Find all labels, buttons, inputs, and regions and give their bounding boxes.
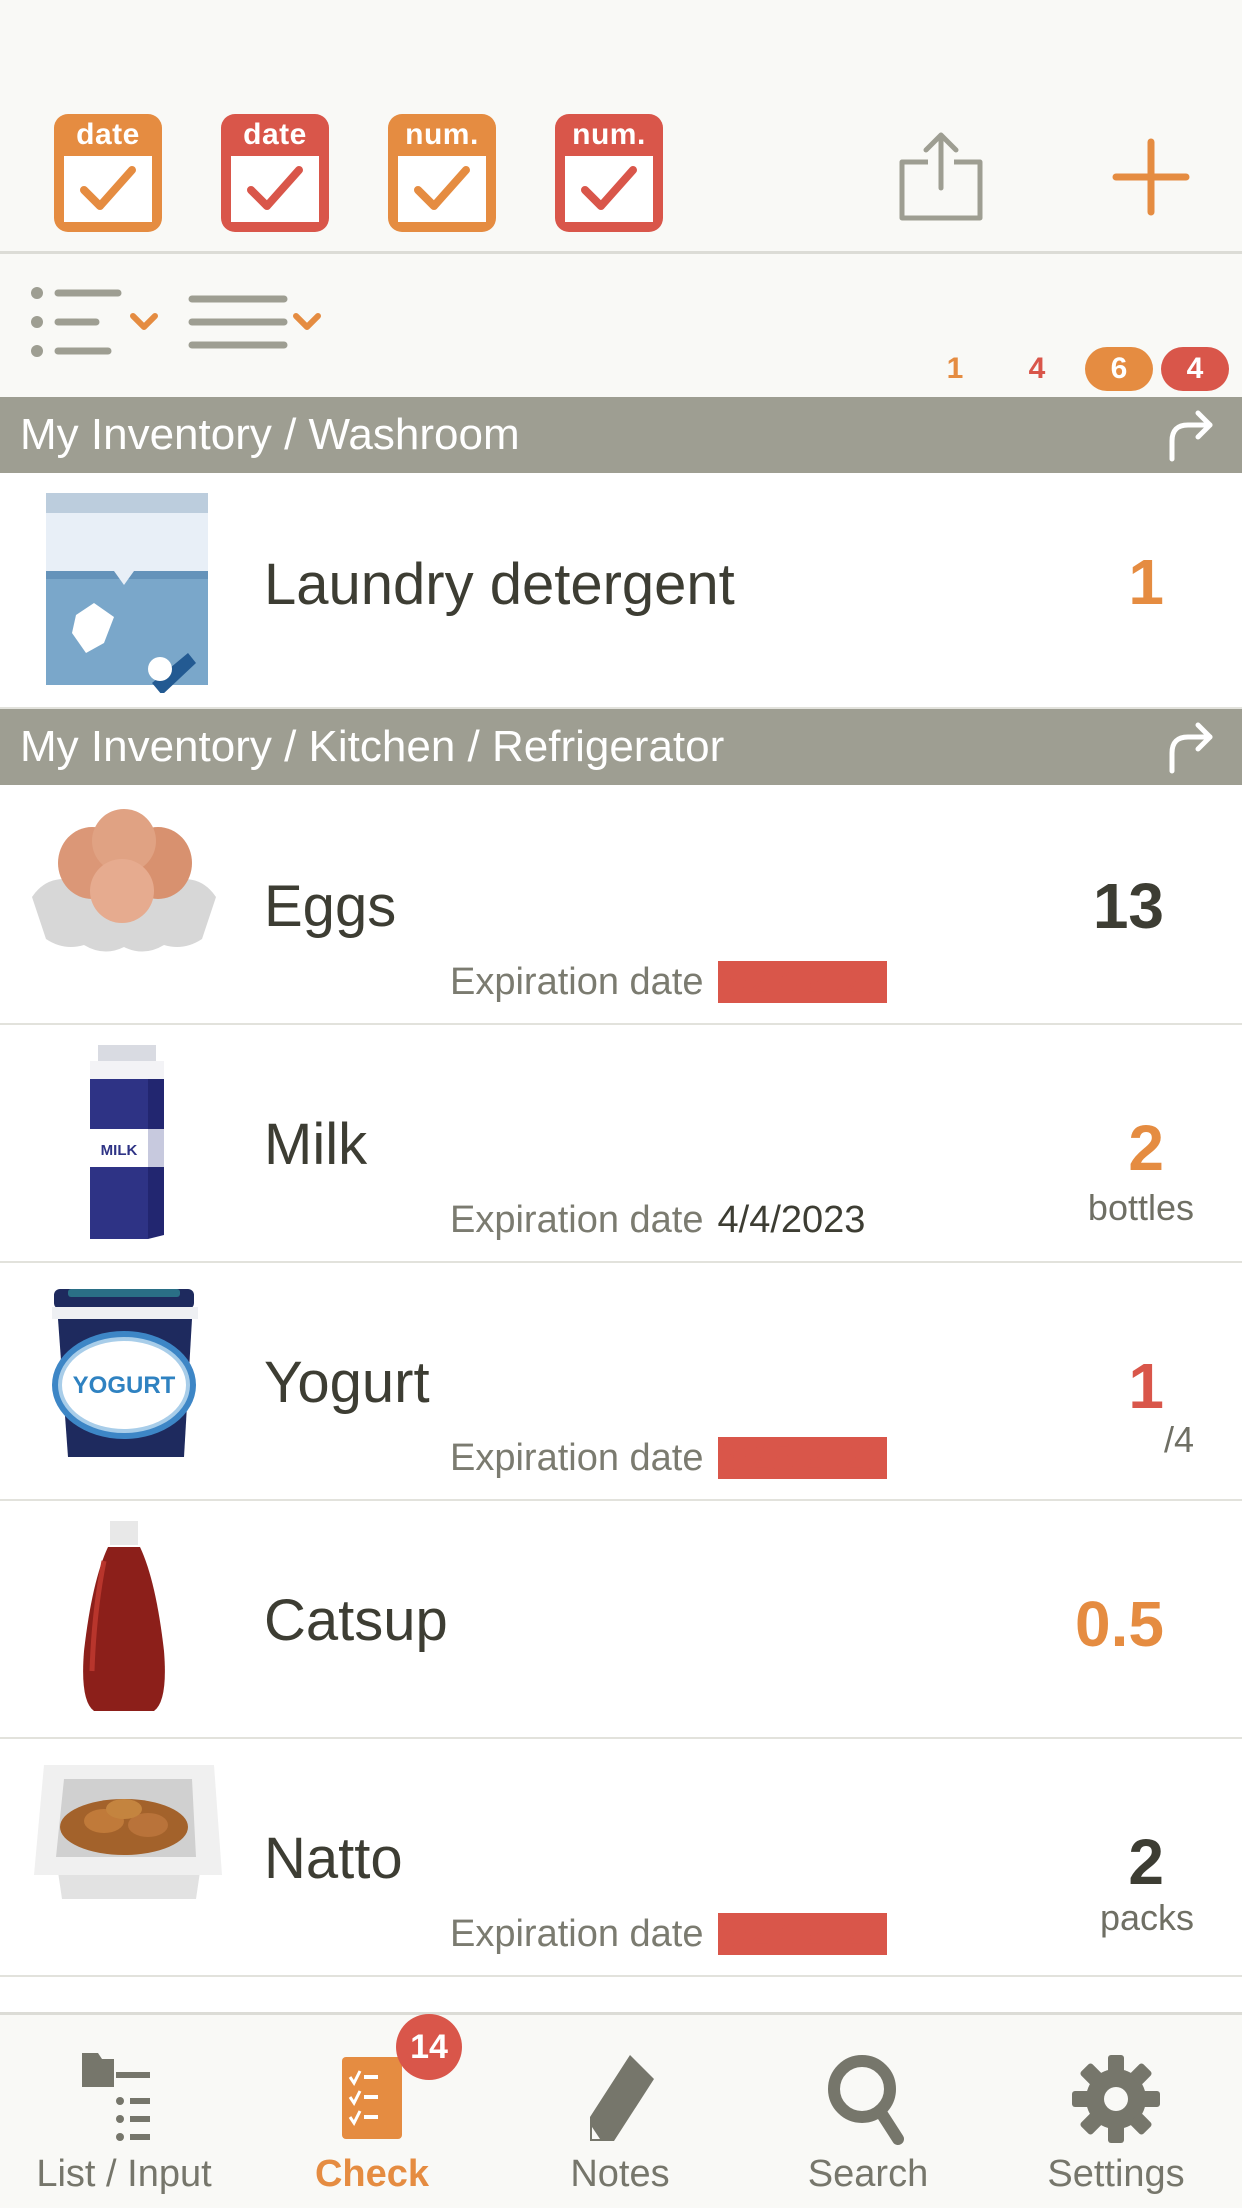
- svg-text:YOGURT: YOGURT: [73, 1372, 176, 1399]
- expiration-label: Expiration date: [450, 1437, 704, 1479]
- pencil-icon: [590, 2055, 654, 2141]
- expiration-date: 3/27/2023: [717, 1913, 887, 1955]
- item-row-milk[interactable]: MILK Milk Expiration date 4/4/2023 2 bott…: [0, 1025, 1242, 1263]
- date-warning-count: 1: [946, 352, 964, 385]
- bottom-tab-bar: List / Input Check Notes Search Settings: [0, 2012, 1242, 2208]
- item-name: Laundry detergent: [264, 552, 735, 617]
- item-unit: packs: [1099, 1897, 1194, 1938]
- go-to-location-icon[interactable]: [1162, 409, 1216, 463]
- bullet-list-icon: [31, 287, 158, 357]
- checkbox-check-icon: [80, 166, 136, 210]
- search-icon: [828, 2055, 904, 2145]
- tab-notes[interactable]: Notes: [496, 2015, 744, 2208]
- eggs-image: [32, 809, 216, 952]
- item-row-eggs[interactable]: Eggs Expiration date 3/27/2023 13: [0, 785, 1242, 1025]
- item-name: Catsup: [264, 1588, 448, 1653]
- checkbox-check-icon: [581, 166, 637, 210]
- natto-image: [34, 1765, 222, 1899]
- item-row-natto[interactable]: Natto Expiration date 3/27/2023 2 packs: [0, 1739, 1242, 1977]
- filter-label: num.: [405, 118, 479, 151]
- tab-settings[interactable]: Settings: [992, 2015, 1240, 2208]
- laundry-detergent-image: [46, 493, 208, 693]
- view-options-bar: 1 4 6 4: [0, 257, 1242, 397]
- section-header-washroom[interactable]: My Inventory / Washroom: [0, 397, 1242, 473]
- milk-image: MILK: [90, 1045, 164, 1239]
- tab-search[interactable]: Search: [744, 2015, 992, 2208]
- section-path: My Inventory / Kitchen / Refrigerator: [20, 722, 725, 771]
- top-toolbar: date date num. num.: [0, 0, 1242, 254]
- gear-icon: [1072, 2055, 1160, 2143]
- item-row-yogurt[interactable]: YOGURT Yogurt Expiration date 3/25/2023 1…: [0, 1263, 1242, 1501]
- expiration-label: Expiration date: [450, 961, 704, 1003]
- item-unit: bottles: [1087, 1187, 1194, 1228]
- svg-text:MILK: MILK: [101, 1142, 138, 1159]
- expiration-info: Expiration date 3/25/2023: [450, 1437, 887, 1480]
- date-expired-count: 4: [1028, 352, 1046, 385]
- section-path: My Inventory / Washroom: [20, 410, 520, 459]
- chevron-down-icon: [293, 313, 321, 330]
- add-item-button[interactable]: [1112, 138, 1190, 216]
- item-unit: /4: [1163, 1419, 1194, 1460]
- item-row-laundry-detergent[interactable]: Laundry detergent 1: [0, 473, 1242, 709]
- item-quantity[interactable]: 13: [1093, 869, 1164, 943]
- checkbox-check-icon: [414, 166, 470, 210]
- item-row-catsup[interactable]: Catsup 0.5: [0, 1501, 1242, 1739]
- plus-icon: [1112, 138, 1190, 216]
- filter-date-expired-button[interactable]: date: [221, 114, 329, 232]
- item-quantity[interactable]: 2: [1128, 1825, 1164, 1899]
- section-header-refrigerator[interactable]: My Inventory / Kitchen / Refrigerator: [0, 709, 1242, 785]
- item-quantity[interactable]: 0.5: [1075, 1587, 1164, 1661]
- item-name: Yogurt: [264, 1350, 430, 1415]
- item-quantity[interactable]: 1: [1128, 1349, 1164, 1423]
- chevron-down-icon: [130, 313, 158, 330]
- expiration-date: 4/4/2023: [717, 1199, 866, 1241]
- num-warning-count-badge: 6: [1085, 347, 1153, 391]
- expiration-date: 3/27/2023: [717, 961, 887, 1003]
- item-name: Eggs: [264, 874, 397, 939]
- expiration-date: 3/25/2023: [717, 1437, 887, 1479]
- lines-icon: [188, 295, 321, 349]
- filter-label: date: [76, 118, 140, 151]
- expiration-label: Expiration date: [450, 1199, 704, 1241]
- expiration-info: Expiration date 3/27/2023: [450, 961, 887, 1004]
- expiration-label: Expiration date: [450, 1913, 704, 1955]
- item-name: Milk: [264, 1112, 368, 1177]
- folder-list-icon: [82, 2053, 150, 2141]
- share-button[interactable]: [898, 130, 984, 224]
- num-shortage-count-badge: 4: [1161, 347, 1229, 391]
- catsup-image: [83, 1521, 165, 1711]
- tab-label: List / Input: [36, 2153, 212, 2195]
- check-screen: date date num. num. 1 4 6 4 My Inventory…: [0, 0, 1242, 2208]
- tab-label: Settings: [1047, 2153, 1185, 2195]
- expiration-info: Expiration date 4/4/2023: [450, 1199, 865, 1242]
- filter-num-warning-button[interactable]: num.: [388, 114, 496, 232]
- check-count-badge: 14: [396, 2014, 462, 2080]
- expiration-info: Expiration date 3/27/2023: [450, 1913, 887, 1956]
- row-density-dropdown[interactable]: [186, 287, 330, 357]
- filter-label: date: [243, 118, 307, 151]
- tab-label: Check: [314, 2153, 430, 2195]
- yogurt-image: YOGURT: [52, 1289, 198, 1457]
- list-style-dropdown[interactable]: [28, 287, 168, 357]
- tab-label: Notes: [570, 2153, 670, 2195]
- filter-num-shortage-button[interactable]: num.: [555, 114, 663, 232]
- tab-list-input[interactable]: List / Input: [0, 2015, 248, 2208]
- share-icon: [899, 132, 983, 221]
- checkbox-check-icon: [247, 166, 303, 210]
- filter-label: num.: [572, 118, 646, 151]
- item-row-partial[interactable]: [0, 1977, 1242, 2017]
- item-quantity[interactable]: 2: [1128, 1111, 1164, 1185]
- go-to-location-icon[interactable]: [1162, 721, 1216, 775]
- item-name: Natto: [264, 1826, 403, 1891]
- filter-date-warning-button[interactable]: date: [54, 114, 162, 232]
- tab-label: Search: [807, 2153, 929, 2195]
- item-quantity[interactable]: 1: [1128, 545, 1164, 619]
